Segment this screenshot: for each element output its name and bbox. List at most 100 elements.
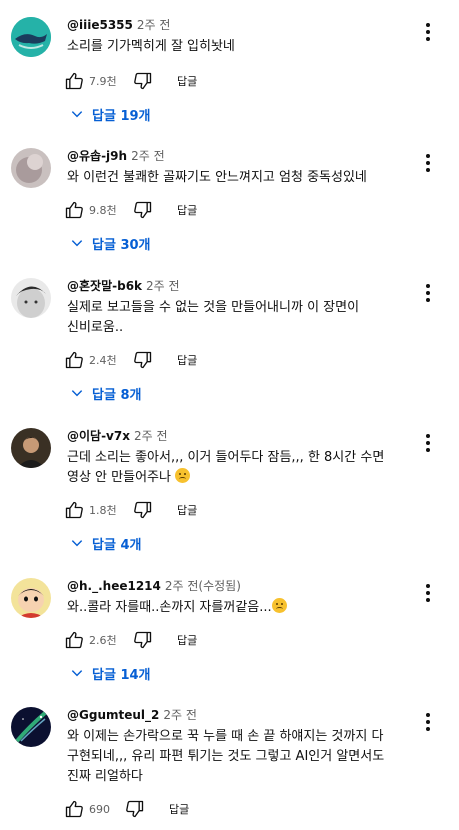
dislike-button[interactable]	[133, 630, 153, 650]
like-count: 690	[89, 802, 110, 816]
comment-header: @혼잣말-b6k 2주 전	[67, 278, 180, 294]
dislike-button[interactable]	[133, 350, 153, 370]
thumbs-down-icon	[134, 72, 152, 90]
author-name[interactable]: @이담-v7x	[67, 429, 130, 443]
author-name[interactable]: @Ggumteul_2	[67, 708, 159, 722]
chevron-down-icon	[71, 390, 83, 397]
more-vert-icon	[426, 713, 430, 717]
reply-button[interactable]: 답글	[177, 632, 197, 648]
crying-face-emoji	[271, 598, 287, 613]
replies-label: 답글 4개	[92, 537, 142, 553]
comment-text-content: 와..콜라 자를때..손까지 자를꺼같음...	[67, 600, 272, 615]
replies-label: 답글 30개	[92, 237, 151, 253]
dislike-button[interactable]	[133, 71, 153, 91]
comment-text: 근데 소리는 좋아서,,, 이거 들어두다 잠듬,,, 한 8시간 수면 영상 …	[67, 448, 412, 488]
chevron-down-icon	[71, 670, 83, 677]
more-actions-button[interactable]	[418, 282, 438, 304]
avatar-image	[11, 17, 51, 57]
like-button[interactable]	[64, 799, 84, 819]
avatar[interactable]	[11, 578, 51, 618]
timestamp[interactable]: 2주 전	[134, 429, 168, 443]
thumbs-up-icon	[65, 201, 83, 219]
reply-button[interactable]: 답글	[169, 801, 189, 817]
action-bar: 1.8천 답글	[64, 498, 197, 522]
thumbs-down-icon	[134, 631, 152, 649]
action-bar: 2.6천 답글	[64, 628, 197, 652]
comment-header: @iiie5355 2주 전	[67, 17, 170, 33]
reply-button[interactable]: 답글	[177, 502, 197, 518]
comment-text: 와..콜라 자를때..손까지 자를꺼같음...	[67, 598, 412, 618]
author-name[interactable]: @iiie5355	[67, 18, 133, 32]
replies-label: 답글 8개	[92, 387, 142, 403]
thumbs-up-icon	[65, 800, 83, 818]
comment-text: 실제로 보고들을 수 없는 것을 만들어내니까 이 장면이 신비로움..	[67, 300, 360, 335]
action-bar: 2.4천 답글	[64, 348, 197, 372]
view-replies-button[interactable]: 답글 30개	[70, 233, 151, 253]
timestamp[interactable]: 2주 전(수정됨)	[165, 579, 241, 593]
reply-button[interactable]: 답글	[177, 202, 197, 218]
chevron-down-icon	[71, 111, 83, 118]
comment-text: 소리를 기가멕히게 잘 입히놧네	[67, 39, 235, 54]
more-vert-icon	[426, 584, 430, 588]
more-vert-icon	[426, 434, 430, 438]
like-button[interactable]	[64, 500, 84, 520]
comment-text: 와 이제는 손가락으로 꾹 누를 때 손 끝 하얘지는 것까지 다 구현되네,,…	[67, 729, 385, 784]
more-vert-icon	[426, 284, 430, 288]
like-count: 7.9천	[89, 75, 117, 88]
replies-label: 답글 14개	[92, 667, 151, 683]
dislike-button[interactable]	[125, 799, 145, 819]
comment-header: @Ggumteul_2 2주 전	[67, 707, 197, 723]
view-replies-button[interactable]: 답글 8개	[70, 383, 141, 403]
avatar-image	[11, 428, 51, 468]
like-count: 2.4천	[89, 354, 117, 367]
avatar[interactable]	[11, 428, 51, 468]
avatar-image	[11, 278, 51, 318]
view-replies-button[interactable]: 답글 4개	[70, 533, 141, 553]
more-actions-button[interactable]	[418, 582, 438, 604]
reply-button[interactable]: 답글	[177, 73, 197, 89]
view-replies-button[interactable]: 답글 19개	[70, 104, 151, 124]
avatar[interactable]	[11, 707, 51, 747]
like-button[interactable]	[64, 350, 84, 370]
comment-header: @유솝-j9h 2주 전	[67, 148, 165, 164]
dislike-button[interactable]	[133, 500, 153, 520]
avatar[interactable]	[11, 148, 51, 188]
author-name[interactable]: @유솝-j9h	[67, 149, 127, 163]
chevron-down-icon	[71, 240, 83, 247]
timestamp[interactable]: 2주 전	[131, 149, 165, 163]
reply-button[interactable]: 답글	[177, 352, 197, 368]
avatar-image	[11, 707, 51, 747]
like-count: 9.8천	[89, 204, 117, 217]
comment-header: @h._.hee1214 2주 전(수정됨)	[67, 578, 241, 594]
more-actions-button[interactable]	[418, 152, 438, 174]
thumbs-down-icon	[134, 201, 152, 219]
more-actions-button[interactable]	[418, 21, 438, 43]
comment-header: @이담-v7x 2주 전	[67, 428, 168, 444]
thumbs-up-icon	[65, 501, 83, 519]
more-actions-button[interactable]	[418, 432, 438, 454]
thumbs-up-icon	[65, 351, 83, 369]
avatar[interactable]	[11, 278, 51, 318]
author-name[interactable]: @혼잣말-b6k	[67, 279, 142, 293]
comment-text-content: 근데 소리는 좋아서,,, 이거 들어두다 잠듬,,, 한 8시간 수면 영상 …	[67, 450, 385, 485]
action-bar: 9.8천 답글	[64, 198, 197, 222]
timestamp[interactable]: 2주 전	[146, 279, 180, 293]
timestamp[interactable]: 2주 전	[137, 18, 171, 32]
more-actions-button[interactable]	[418, 711, 438, 733]
view-replies-button[interactable]: 답글 14개	[70, 663, 151, 683]
chevron-down-icon	[71, 540, 83, 547]
like-button[interactable]	[64, 200, 84, 220]
like-count: 2.6천	[89, 634, 117, 647]
like-button[interactable]	[64, 630, 84, 650]
dislike-button[interactable]	[133, 200, 153, 220]
thumbs-up-icon	[65, 631, 83, 649]
avatar-image	[11, 578, 51, 618]
like-count: 1.8천	[89, 504, 117, 517]
more-vert-icon	[426, 23, 430, 27]
avatar[interactable]	[11, 17, 51, 57]
more-vert-icon	[426, 154, 430, 158]
timestamp[interactable]: 2주 전	[163, 708, 197, 722]
thumbs-down-icon	[126, 800, 144, 818]
like-button[interactable]	[64, 71, 84, 91]
author-name[interactable]: @h._.hee1214	[67, 579, 161, 593]
